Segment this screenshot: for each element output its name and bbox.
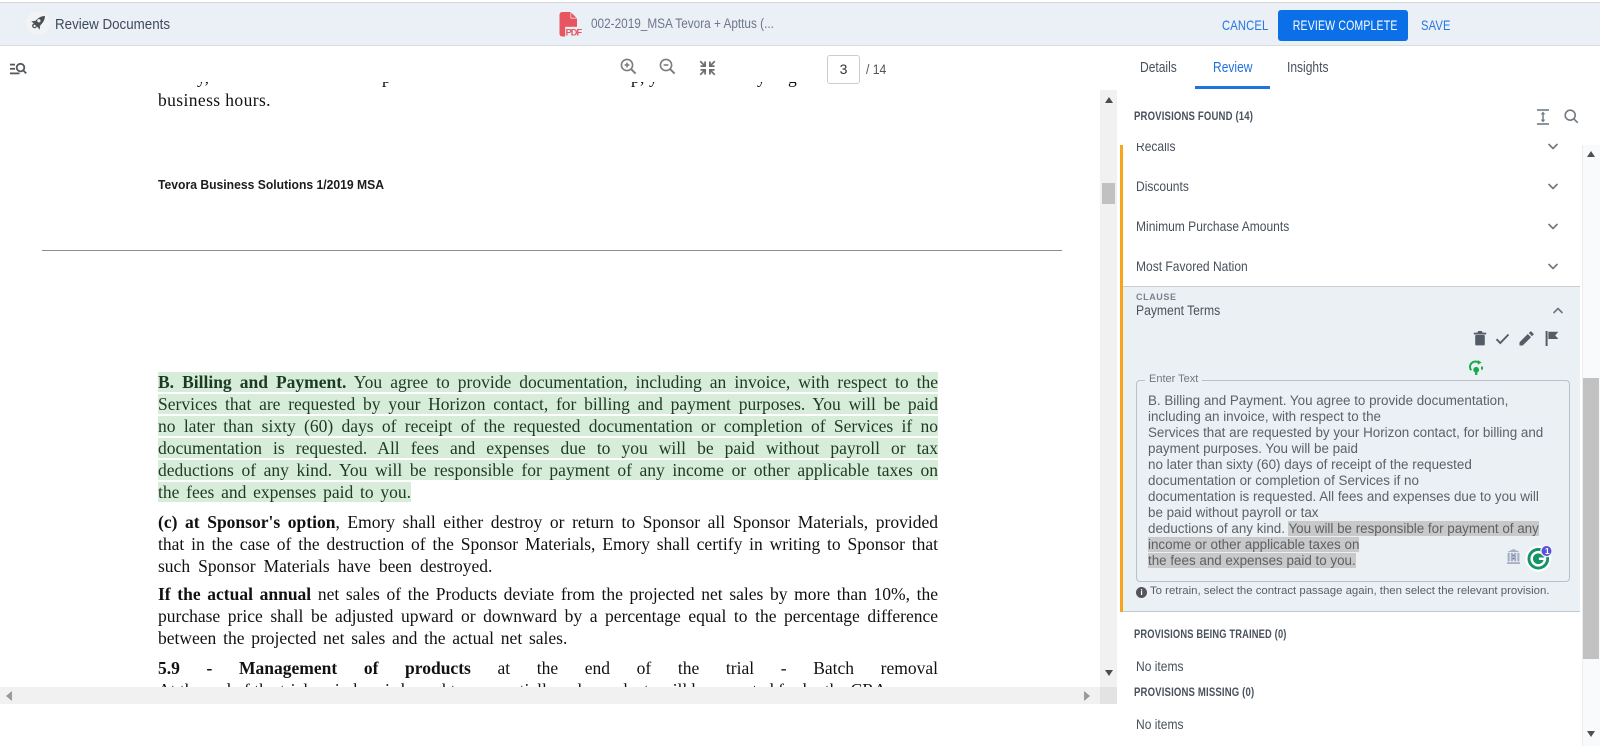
svg-text:PDF: PDF <box>566 27 583 37</box>
svg-text:1: 1 <box>1545 546 1550 556</box>
